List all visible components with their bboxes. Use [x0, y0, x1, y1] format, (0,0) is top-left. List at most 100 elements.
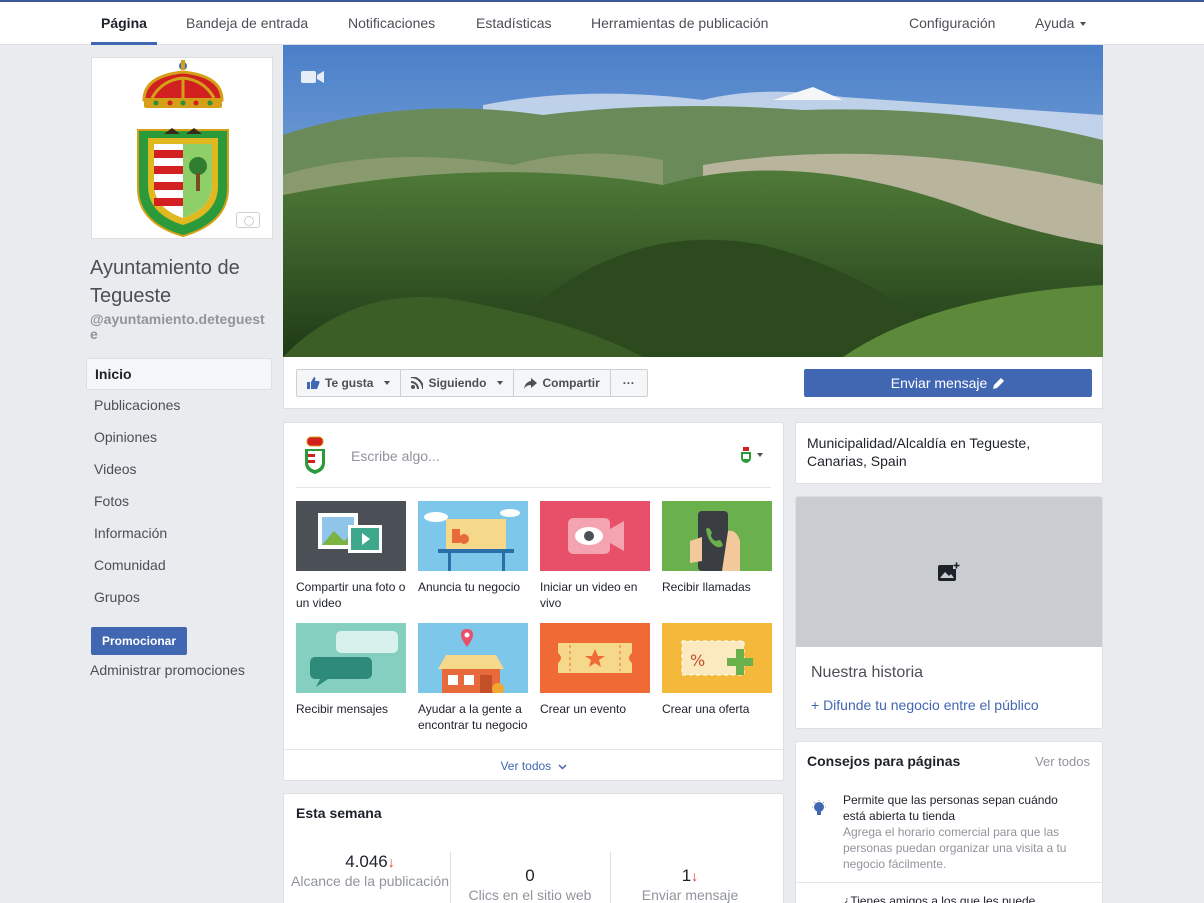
chevron-down-icon — [1080, 22, 1087, 27]
page-action-bar: Te gusta Siguiendo Compartir ··· Enviar … — [283, 357, 1103, 409]
like-label: Te gusta — [325, 376, 374, 390]
cover-photo[interactable] — [283, 45, 1103, 357]
tile-label: Anuncia tu negocio — [418, 580, 521, 594]
stat-value: 4.046 — [345, 852, 388, 871]
landscape-image — [283, 45, 1103, 357]
tile-label: Recibir mensajes — [296, 702, 389, 716]
tile-label: Ayudar a la gente a encontrar tu negocio — [418, 702, 528, 732]
help-menu[interactable]: Ayuda — [1035, 2, 1087, 45]
nav-item-opiniones[interactable]: Opiniones — [86, 422, 272, 454]
following-label: Siguiendo — [428, 376, 487, 390]
tab-settings[interactable]: Configuración — [909, 2, 995, 45]
tab-insights[interactable]: Estadísticas — [476, 2, 551, 45]
page-tips-card: Consejos para páginas Ver todos Permite … — [795, 741, 1103, 903]
chevron-down-icon — [384, 381, 391, 385]
share-arrow-icon — [524, 377, 538, 389]
nav-item-informacion[interactable]: Información — [86, 518, 272, 550]
chevron-down-icon — [497, 381, 504, 385]
our-story-card[interactable]: Nuestra historia + Difunde tu negocio en… — [795, 496, 1103, 729]
tab-publishing-tools[interactable]: Herramientas de publicación — [591, 2, 768, 45]
top-navigation: Página Bandeja de entrada Notificaciones… — [0, 0, 1204, 45]
composer-input[interactable]: Escribe algo... — [351, 448, 440, 464]
tile-label: Recibir llamadas — [662, 580, 751, 594]
tab-notifications[interactable]: Notificaciones — [348, 2, 435, 45]
nav-item-publicaciones[interactable]: Publicaciones — [86, 390, 272, 422]
tips-title: Consejos para páginas — [807, 753, 961, 769]
tile-create-offer[interactable]: % Crear una oferta — [662, 623, 772, 717]
chevron-down-icon — [757, 453, 763, 457]
add-photo-icon — [938, 562, 960, 581]
more-options-button[interactable]: ··· — [611, 370, 647, 396]
tab-pagina[interactable]: Página — [91, 2, 157, 45]
promote-button[interactable]: Promocionar — [91, 627, 187, 655]
this-week-title: Esta semana — [296, 805, 382, 821]
share-label: Compartir — [542, 376, 600, 390]
stat-label: Clics en el sitio web — [468, 887, 592, 903]
stat-label: Alcance de la publicación — [291, 873, 449, 889]
live-video-icon — [540, 501, 650, 571]
stat-send-message[interactable]: 1↓ Enviar mensaje — [610, 866, 770, 902]
page-left-navigation: Inicio Publicaciones Opiniones Videos Fo… — [86, 358, 272, 614]
more-dots-icon: ··· — [622, 376, 635, 390]
nav-item-fotos[interactable]: Fotos — [86, 486, 272, 518]
following-button[interactable]: Siguiendo — [401, 370, 515, 396]
tile-advertise-business[interactable]: Anuncia tu negocio — [418, 501, 528, 595]
tile-live-video[interactable]: Iniciar un video en vivo — [540, 501, 650, 611]
billboard-icon — [418, 501, 528, 571]
chevron-down-icon — [557, 764, 567, 770]
tile-create-event[interactable]: Crear un evento — [540, 623, 650, 717]
this-week-card: Esta semana 4.046↓ Alcance de la publica… — [283, 793, 784, 903]
page-avatar-small-icon — [741, 447, 751, 463]
action-button-group: Te gusta Siguiendo Compartir ··· — [296, 369, 648, 397]
down-arrow-icon: ↓ — [691, 868, 699, 884]
tip-divider — [796, 882, 1102, 883]
send-message-button[interactable]: Enviar mensaje — [804, 369, 1092, 397]
tile-label: Iniciar un video en vivo — [540, 580, 638, 610]
nav-item-grupos[interactable]: Grupos — [86, 582, 272, 614]
page-username[interactable]: @ayuntamiento.detegueste — [90, 312, 270, 342]
tip-description: Agrega el horario comercial para que las… — [843, 825, 1067, 871]
video-camera-icon[interactable] — [301, 69, 325, 85]
tile-receive-messages[interactable]: Recibir mensajes — [296, 623, 406, 717]
page-title: Ayuntamiento de Tegueste — [90, 257, 240, 307]
storefront-pin-icon — [418, 623, 528, 693]
tile-label: Compartir una foto o un video — [296, 580, 406, 610]
nav-item-comunidad[interactable]: Comunidad — [86, 550, 272, 582]
post-composer: Escribe algo... Compartir una foto o un … — [283, 422, 784, 781]
tile-label: Crear un evento — [540, 702, 627, 716]
tile-receive-calls[interactable]: Recibir llamadas — [662, 501, 772, 595]
stat-value: 0 — [525, 866, 535, 885]
nav-item-videos[interactable]: Videos — [86, 454, 272, 486]
down-arrow-icon: ↓ — [387, 854, 395, 870]
lightbulb-icon — [812, 800, 826, 815]
story-action-link[interactable]: + Difunde tu negocio entre el público — [811, 697, 1039, 713]
manage-promotions-link[interactable]: Administrar promociones — [90, 662, 245, 678]
svg-text:%: % — [690, 651, 705, 670]
nav-item-inicio[interactable]: Inicio — [86, 358, 272, 390]
page-category[interactable]: Municipalidad/Alcaldía en Tegueste, Cana… — [795, 422, 1103, 484]
stat-label: Enviar mensaje — [641, 887, 739, 903]
stat-post-reach[interactable]: 4.046↓ Alcance de la publicación — [290, 852, 450, 888]
photo-video-icon — [296, 501, 406, 571]
tile-help-find-business[interactable]: Ayudar a la gente a encontrar tu negocio — [418, 623, 528, 733]
story-title: Nuestra historia — [811, 664, 924, 681]
story-photo-placeholder[interactable] — [796, 497, 1102, 647]
rss-icon — [411, 377, 424, 389]
tips-see-all-link[interactable]: Ver todos — [1035, 754, 1090, 769]
stat-value: 1 — [681, 866, 692, 885]
tile-share-photo-video[interactable]: Compartir una foto o un video — [296, 501, 406, 611]
share-button[interactable]: Compartir — [514, 370, 611, 396]
camera-icon[interactable] — [236, 212, 260, 228]
page-avatar-icon — [305, 436, 325, 474]
tab-inbox[interactable]: Bandeja de entrada — [186, 2, 308, 45]
see-all-link[interactable]: Ver todos — [284, 749, 783, 773]
profile-picture[interactable] — [91, 57, 273, 239]
coupon-plus-icon: % — [662, 623, 772, 693]
help-label: Ayuda — [1035, 15, 1075, 31]
like-button[interactable]: Te gusta — [297, 370, 402, 396]
tile-label: Crear una oferta — [662, 702, 750, 716]
tip-title[interactable]: ¿Tienes amigos a los que les puede — [843, 893, 1083, 903]
stat-website-clicks[interactable]: 0 Clics en el sitio web — [450, 866, 610, 902]
tip-title[interactable]: Permite que las personas sepan cuándo es… — [843, 792, 1083, 824]
post-as-selector[interactable] — [741, 447, 763, 463]
